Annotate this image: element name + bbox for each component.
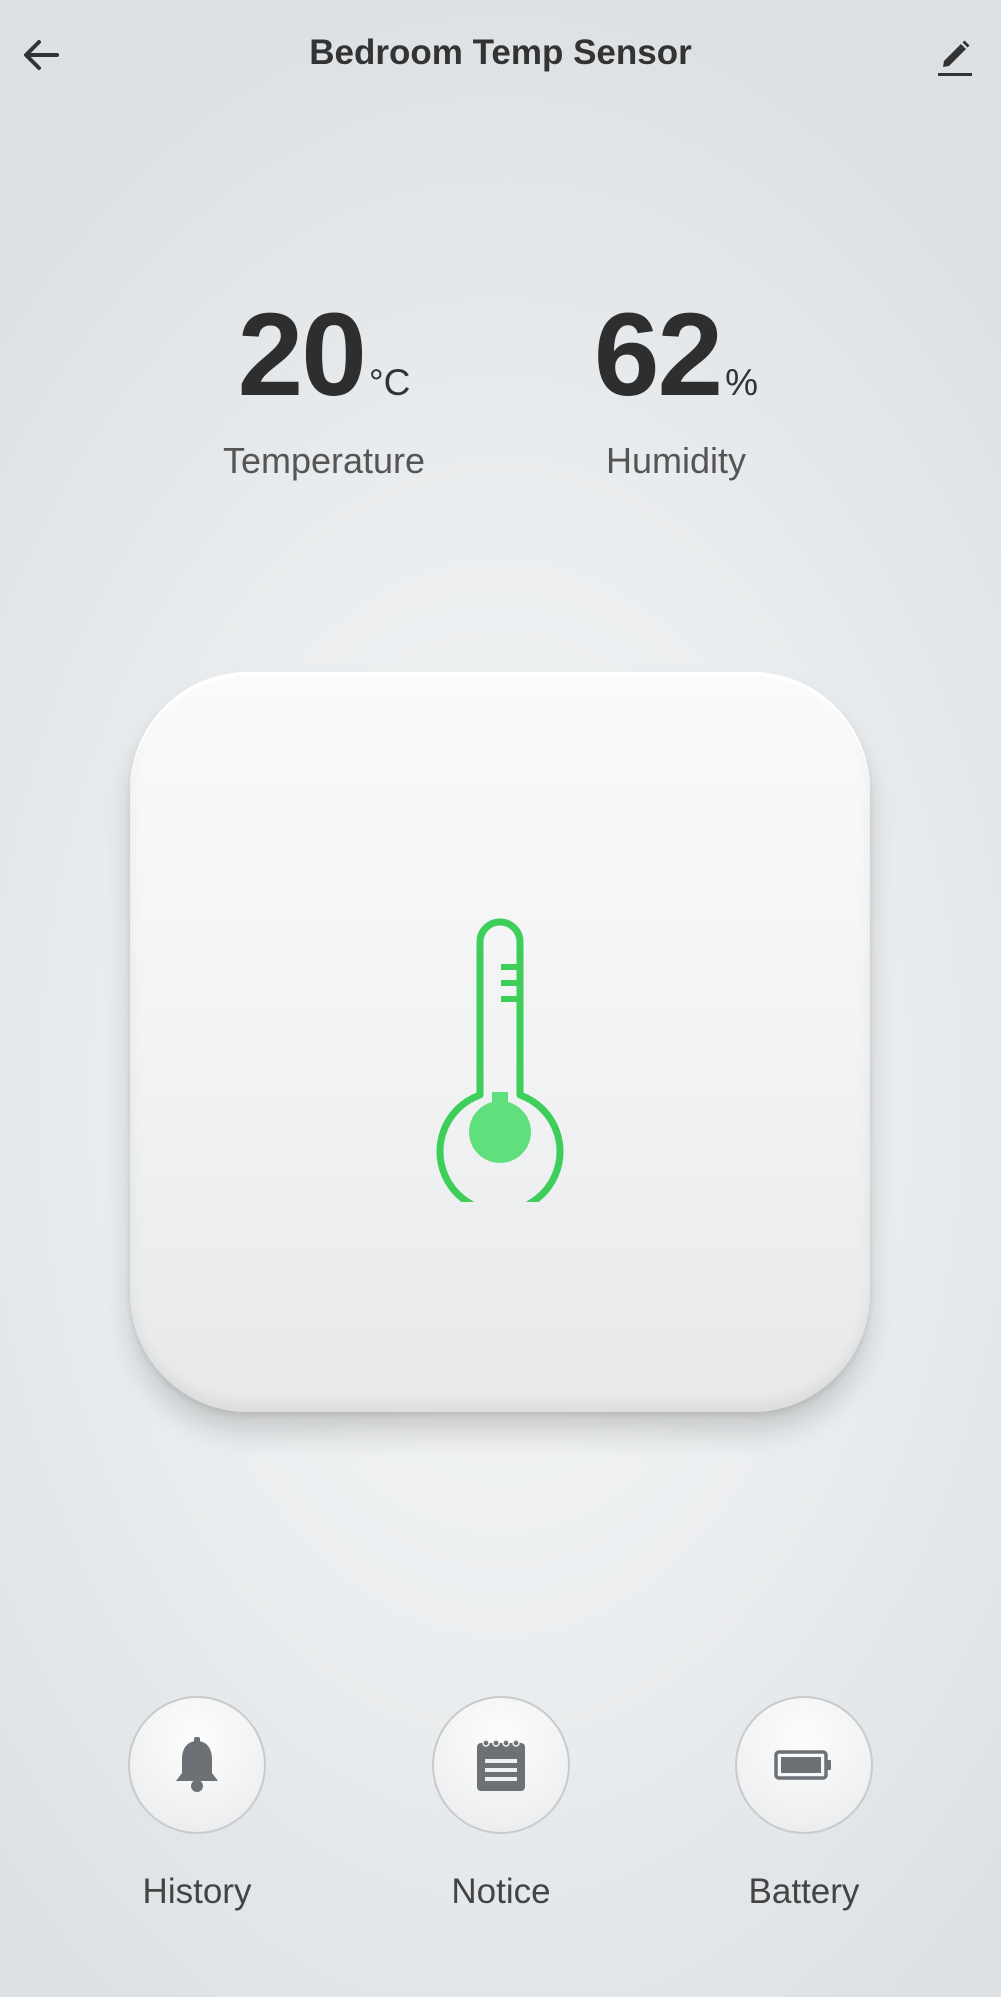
bell-icon [176,1737,218,1792]
temperature-unit: °C [368,362,411,403]
temperature-reading: 20 °C Temperature [174,290,474,482]
battery-label: Battery [748,1872,860,1911]
temperature-label: Temperature [222,440,426,481]
battery-icon [774,1750,831,1780]
humidity-reading: 62 % Humidity [526,290,826,482]
notepad-icon [477,1739,525,1791]
notice-button[interactable] [432,1696,570,1834]
battery-button[interactable] [735,1696,873,1834]
top-bar: Bedroom Temp Sensor [0,0,1001,116]
pencil-icon [938,40,972,76]
history-button[interactable] [128,1696,266,1834]
notice-action[interactable]: Notice [401,1696,601,1912]
history-label: History [142,1872,252,1911]
page-title: Bedroom Temp Sensor [309,33,692,72]
history-action[interactable]: History [97,1696,297,1912]
device-card[interactable] [130,672,870,1412]
battery-action[interactable]: Battery [704,1696,904,1912]
notice-label: Notice [451,1872,551,1911]
thermometer-icon [436,918,564,1202]
humidity-unit: % [725,362,759,403]
humidity-value: 62 [593,289,723,421]
edit-button[interactable] [928,30,982,84]
humidity-label: Humidity [605,440,747,481]
temperature-value: 20 [237,289,367,421]
